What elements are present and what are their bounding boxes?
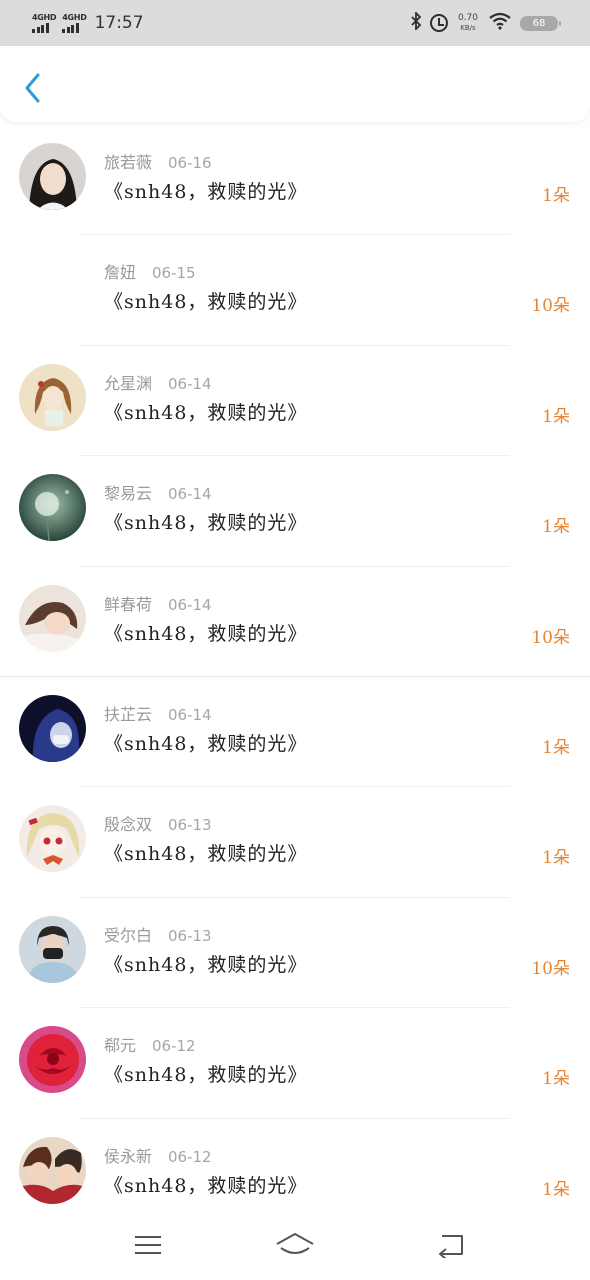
alarm-icon <box>429 14 448 32</box>
sender-line: 詹妞 06-15 <box>104 259 196 283</box>
status-left: 4GHD 4GHD 17:57 <box>32 13 144 33</box>
work-title: 《snh48，救赎的光》 <box>104 1174 308 1197</box>
sender-name: 鲜春荷 <box>104 594 153 614</box>
avatar[interactable] <box>19 253 86 321</box>
sender-name: 詹妞 <box>104 263 137 283</box>
list-item[interactable]: 扶芷云 06-14 《snh48，救赎的光》 1朵 <box>0 677 590 788</box>
bluetooth-icon <box>410 10 422 35</box>
speed-unit: KB/s <box>460 24 476 32</box>
back-icon <box>439 1235 463 1258</box>
signal-icon: 4GHD <box>62 12 87 33</box>
avatar[interactable] <box>19 363 86 431</box>
avatar[interactable] <box>19 1026 86 1094</box>
sender-name: 郗元 <box>104 1036 137 1056</box>
avatar[interactable] <box>19 694 86 762</box>
avatar[interactable] <box>19 474 86 542</box>
status-time: 17:57 <box>94 13 144 33</box>
avatar[interactable] <box>19 584 86 652</box>
gift-date: 06-14 <box>168 595 212 614</box>
sender-name: 侯永新 <box>104 1146 153 1166</box>
home-icon <box>276 1233 314 1254</box>
gift-date: 06-14 <box>168 705 212 724</box>
flower-count: 1朵 <box>542 406 570 427</box>
gift-date: 06-13 <box>168 816 212 835</box>
avatar[interactable] <box>19 805 86 873</box>
signal-icon: 4GHD <box>32 12 57 33</box>
gift-list: 旅若薇 06-16 《snh48，救赎的光》 1朵 詹妞 06-15 《snh48，… <box>0 125 590 1229</box>
gift-date: 06-12 <box>152 1037 196 1056</box>
gift-date: 06-15 <box>152 264 196 283</box>
status-right: 0.70 KB/s 68 <box>410 0 561 46</box>
flower-count: 10朵 <box>531 958 570 979</box>
menu-button[interactable] <box>123 1228 173 1262</box>
list-item[interactable]: 旅若薇 06-16 《snh48，救赎的光》 1朵 <box>0 125 590 236</box>
flower-count: 10朵 <box>531 296 570 317</box>
back-button[interactable] <box>16 70 48 106</box>
sender-line: 黎易云 06-14 <box>104 480 212 504</box>
sender-line: 殷念双 06-13 <box>104 811 212 835</box>
network-label-2: 4GHD <box>62 12 87 22</box>
sender-line: 允星渊 06-14 <box>104 370 212 394</box>
list-item[interactable]: 詹妞 06-15 《snh48，救赎的光》 10朵 <box>0 235 590 346</box>
back-nav-button[interactable] <box>425 1228 475 1262</box>
list-item[interactable]: 鲜春荷 06-14 《snh48，救赎的光》 10朵 <box>0 567 590 677</box>
gift-date: 06-13 <box>168 926 212 945</box>
home-button[interactable] <box>270 1228 320 1262</box>
work-title: 《snh48，救赎的光》 <box>104 732 308 755</box>
sender-line: 鲜春荷 06-14 <box>104 591 212 615</box>
sender-line: 受尔白 06-13 <box>104 922 212 946</box>
flower-count: 10朵 <box>531 627 570 648</box>
system-nav-bar <box>0 1210 590 1280</box>
chevron-left-icon <box>25 73 40 103</box>
work-title: 《snh48，救赎的光》 <box>104 1064 308 1087</box>
sender-name: 扶芷云 <box>104 704 153 724</box>
status-bar: 4GHD 4GHD 17:57 0.70 KB/s 68 <box>0 0 590 46</box>
sender-name: 殷念双 <box>104 815 153 835</box>
work-title: 《snh48，救赎的光》 <box>104 953 308 976</box>
sender-line: 郗元 06-12 <box>104 1032 196 1056</box>
gift-date: 06-12 <box>168 1147 212 1166</box>
work-title: 《snh48，救赎的光》 <box>104 401 308 424</box>
sender-name: 旅若薇 <box>104 153 153 172</box>
list-item[interactable]: 允星渊 06-14 《snh48，救赎的光》 1朵 <box>0 346 590 457</box>
flower-count: 1朵 <box>542 737 570 758</box>
avatar[interactable] <box>19 915 86 983</box>
list-item[interactable]: 殷念双 06-13 《snh48，救赎的光》 1朵 <box>0 787 590 898</box>
list-item[interactable]: 受尔白 06-13 《snh48，救赎的光》 10朵 <box>0 898 590 1009</box>
sender-line: 侯永新 06-12 <box>104 1143 212 1167</box>
sender-line: 旅若薇 06-16 <box>104 149 212 173</box>
speed-value: 0.70 <box>457 13 478 23</box>
sender-name: 受尔白 <box>104 925 153 945</box>
work-title: 《snh48，救赎的光》 <box>104 622 308 645</box>
work-title: 《snh48，救赎的光》 <box>104 181 308 203</box>
battery-icon: 68 <box>520 15 561 31</box>
gift-date: 06-14 <box>168 485 212 504</box>
sender-name: 黎易云 <box>104 484 153 504</box>
list-item[interactable]: 黎易云 06-14 《snh48，救赎的光》 1朵 <box>0 456 590 567</box>
network-label-1: 4GHD <box>32 12 57 22</box>
menu-icon <box>135 1236 161 1254</box>
flower-count: 1朵 <box>542 517 570 538</box>
work-title: 《snh48，救赎的光》 <box>104 843 308 866</box>
work-title: 《snh48，救赎的光》 <box>104 512 308 535</box>
top-header <box>0 46 590 122</box>
wifi-icon <box>488 12 512 35</box>
gift-date: 06-16 <box>168 154 212 172</box>
sender-name: 允星渊 <box>104 373 153 393</box>
list-item[interactable]: 郗元 06-12 《snh48，救赎的光》 1朵 <box>0 1008 590 1119</box>
flower-count: 1朵 <box>542 1179 570 1200</box>
flower-count: 1朵 <box>542 186 570 206</box>
avatar[interactable] <box>19 1136 86 1204</box>
work-title: 《snh48，救赎的光》 <box>104 291 308 314</box>
gift-date: 06-14 <box>168 374 212 393</box>
sender-line: 扶芷云 06-14 <box>104 701 212 725</box>
network-speed: 0.70 KB/s <box>458 13 478 33</box>
flower-count: 1朵 <box>542 848 570 869</box>
avatar[interactable] <box>19 143 86 210</box>
flower-count: 1朵 <box>542 1069 570 1090</box>
